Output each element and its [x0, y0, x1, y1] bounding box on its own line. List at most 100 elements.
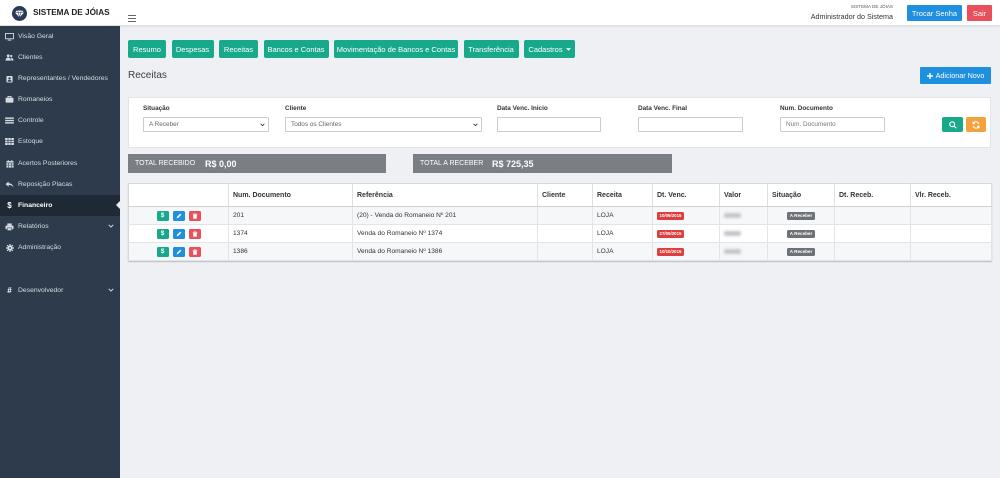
top-header: SISTEMA DE JÓIAS SISTEMA DE JÓIAS Admini… — [0, 0, 1000, 26]
data-venc-inicio-input[interactable] — [497, 117, 601, 132]
total-a-receber-box: TOTAL A RECEBER R$ 725,35 — [413, 154, 672, 173]
column-header-num-documento[interactable]: Num. Documento — [228, 183, 353, 207]
column-header-receita[interactable]: Receita — [592, 183, 653, 207]
cell-valor — [719, 224, 768, 243]
cell-num-documento: 1374 — [228, 224, 353, 243]
sidebar-item-controle[interactable]: Controle — [0, 110, 120, 131]
pencil-icon — [176, 231, 181, 236]
monitor-icon — [5, 32, 14, 41]
cell-situacao: A Receber — [767, 242, 835, 261]
sidebar-item-estoque[interactable]: Estoque — [0, 131, 120, 152]
column-header-actions — [128, 183, 229, 207]
chevron-down-icon[interactable] — [108, 288, 114, 292]
user-system-name: SISTEMA DE JÓIAS — [850, 4, 893, 9]
gem-logo-icon[interactable] — [12, 6, 27, 21]
sidebar-item-desenvolvedor[interactable]: # Desenvolvedor — [0, 280, 120, 301]
sidebar-item-administracao[interactable]: Administração — [0, 237, 120, 258]
column-header-valor[interactable]: Valor — [719, 183, 768, 207]
edit-button[interactable] — [172, 210, 185, 221]
page-title: Receitas — [128, 70, 167, 81]
total-recebido-box: TOTAL RECEBIDO R$ 0,00 — [128, 154, 386, 173]
delete-button[interactable] — [188, 228, 201, 239]
data-venc-inicio-label: Data Venc. Inicio — [497, 105, 548, 112]
user-badge-icon — [5, 74, 14, 83]
cell-receita: LOJA — [592, 242, 653, 261]
sidebar-item-clientes[interactable]: Clientes — [0, 47, 120, 68]
tab-cadastros[interactable]: Cadastros — [524, 40, 575, 58]
total-recebido-label: TOTAL RECEBIDO — [135, 160, 196, 167]
change-password-button[interactable]: Trocar Senha — [907, 5, 962, 21]
column-header-dt-receb[interactable]: Dt. Receb. — [834, 183, 911, 207]
cell-receita: LOJA — [592, 206, 653, 225]
cell-vlr-receb — [910, 242, 992, 261]
data-venc-final-input[interactable] — [638, 117, 743, 132]
column-header-vlr-receb[interactable]: Vlr. Receb. — [910, 183, 992, 207]
due-date-badge: 10/10/2015 — [657, 247, 684, 256]
row-actions: $ — [128, 224, 229, 243]
app-title[interactable]: SISTEMA DE JÓIAS — [33, 8, 110, 17]
blurred-value — [724, 212, 741, 218]
due-date-badge: 27/09/2015 — [657, 229, 684, 238]
sidebar-item-acertos[interactable]: Acertos Posteriores — [0, 153, 120, 174]
tab-movimentacao[interactable]: Movimentação de Bancos e Contas — [334, 40, 458, 58]
cell-dt-receb — [834, 206, 911, 225]
sidebar-item-label: Clientes — [18, 54, 43, 61]
tab-transferencia[interactable]: Transferência — [463, 40, 519, 58]
refresh-button[interactable] — [966, 117, 986, 132]
table-row: $ 1386 Venda do Romaneio Nº 1386 LOJA 10… — [128, 242, 992, 261]
sidebar-item-reposicao[interactable]: Reposição Placas — [0, 174, 120, 195]
sidebar-item-label: Relatórios — [18, 223, 49, 230]
search-icon — [948, 120, 957, 129]
column-header-dt-venc[interactable]: Dt. Venc. — [652, 183, 720, 207]
add-new-label: Adicionar Novo — [935, 71, 985, 80]
receive-button[interactable]: $ — [156, 210, 169, 221]
delete-button[interactable] — [188, 246, 201, 257]
column-header-referencia[interactable]: Referência — [352, 183, 538, 207]
sidebar-item-romaneios[interactable]: Romaneios — [0, 89, 120, 110]
search-button[interactable] — [942, 117, 963, 132]
sidebar-item-label: Controle — [18, 117, 44, 124]
total-a-receber-label: TOTAL A RECEBER — [420, 160, 484, 167]
cell-dt-venc: 10/09/2015 — [652, 206, 720, 225]
tab-bancos-e-contas[interactable]: Bancos e Contas — [263, 40, 329, 58]
num-documento-input[interactable] — [780, 117, 885, 132]
row-actions: $ — [128, 206, 229, 225]
cell-cliente — [537, 206, 593, 225]
receive-button[interactable]: $ — [156, 246, 169, 257]
sidebar-item-representantes[interactable]: Representantes / Vendedores — [0, 68, 120, 89]
cell-situacao: A Receber — [767, 224, 835, 243]
delete-button[interactable] — [188, 210, 201, 221]
receitas-table: Num. Documento Referência Cliente Receit… — [128, 183, 992, 261]
situacao-select[interactable]: A Receber — [143, 117, 269, 132]
financeiro-tabs: Resumo Despesas Receitas Bancos e Contas… — [128, 40, 575, 58]
pencil-icon — [176, 249, 181, 254]
trash-icon — [192, 230, 197, 237]
cell-dt-venc: 10/10/2015 — [652, 242, 720, 261]
sidebar-item-relatorios[interactable]: Relatórios — [0, 216, 120, 237]
add-new-button[interactable]: Adicionar Novo — [920, 67, 991, 84]
status-badge: A Receber — [786, 211, 816, 220]
chevron-down-icon[interactable] — [108, 224, 114, 228]
gear-icon — [5, 243, 14, 252]
hash-icon: # — [7, 286, 12, 295]
sidebar-item-financeiro[interactable]: $ Financeiro — [0, 195, 120, 216]
cell-receita: LOJA — [592, 224, 653, 243]
edit-button[interactable] — [172, 246, 185, 257]
cell-valor — [719, 206, 768, 225]
hamburger-icon[interactable] — [128, 9, 136, 22]
cliente-select[interactable]: Todos os Clientes — [285, 117, 482, 132]
tab-despesas[interactable]: Despesas — [171, 40, 214, 58]
receive-button[interactable]: $ — [156, 228, 169, 239]
logout-button[interactable]: Sair — [967, 5, 992, 21]
tab-resumo[interactable]: Resumo — [128, 40, 166, 58]
tab-receitas[interactable]: Receitas — [219, 40, 258, 58]
sidebar-item-visao-geral[interactable]: Visão Geral — [0, 26, 120, 47]
total-recebido-value: R$ 0,00 — [205, 158, 237, 169]
sidebar-item-label: Administração — [18, 244, 62, 251]
cell-num-documento: 1386 — [228, 242, 353, 261]
column-header-situacao[interactable]: Situação — [767, 183, 835, 207]
column-header-cliente[interactable]: Cliente — [537, 183, 593, 207]
row-actions: $ — [128, 242, 229, 261]
edit-button[interactable] — [172, 228, 185, 239]
printer-icon — [5, 222, 14, 231]
